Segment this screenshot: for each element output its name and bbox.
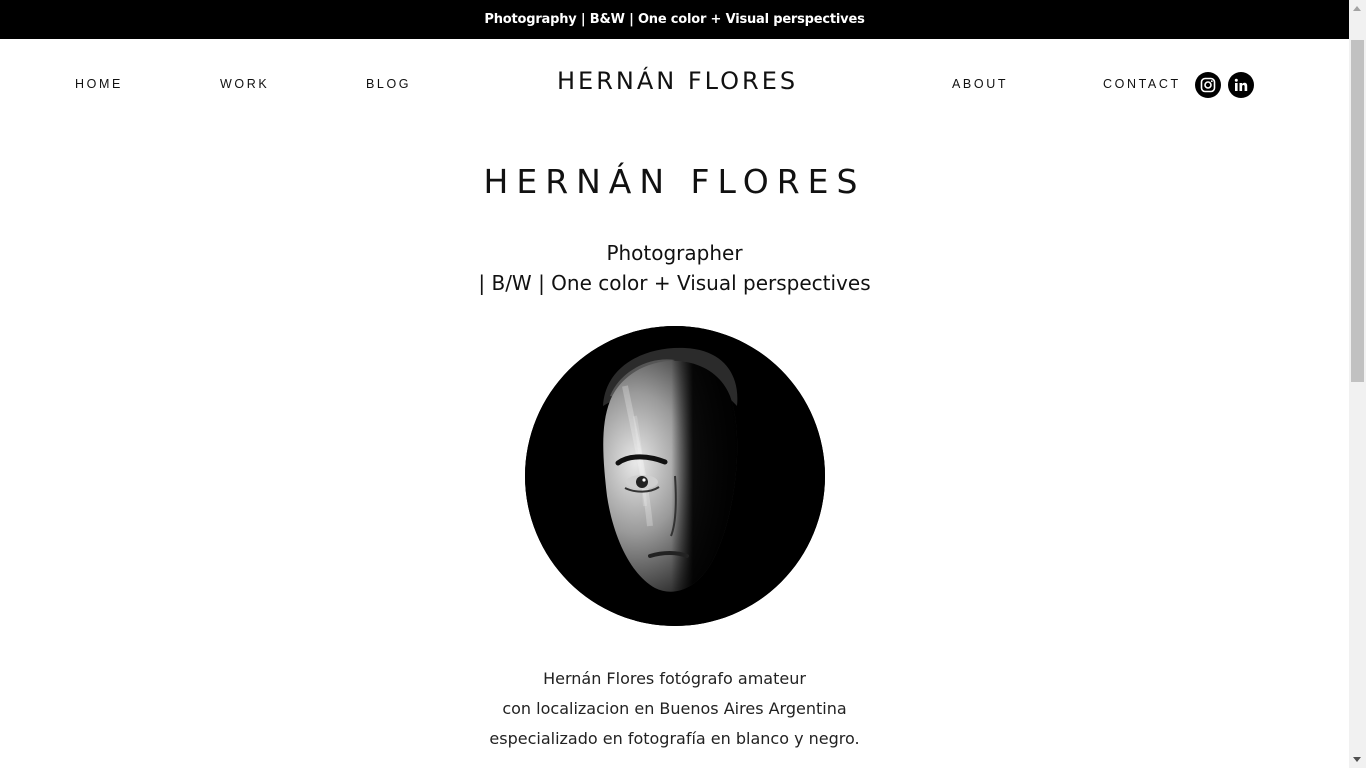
scrollbar-thumb[interactable] — [1351, 40, 1364, 382]
bio-line: con localizacion en Buenos Aires Argenti… — [502, 699, 847, 718]
instagram-icon[interactable] — [1195, 72, 1221, 98]
profile-portrait — [525, 326, 825, 626]
nav-about-link[interactable]: ABOUT — [952, 77, 1008, 91]
nav-work-link[interactable]: WORK — [220, 77, 269, 91]
nav-blog-link[interactable]: BLOG — [366, 77, 411, 91]
nav-contact-link[interactable]: CONTACT — [1103, 77, 1181, 91]
nav-home-link[interactable]: HOME — [75, 77, 123, 91]
announcement-text: Photography | B&W | One color + Visual p… — [484, 12, 865, 27]
page-scrollbar[interactable] — [1349, 0, 1366, 768]
scroll-up-arrow-icon[interactable] — [1353, 6, 1361, 11]
hero-subtitle: Photographer | B/W | One color + Visual … — [0, 238, 1349, 298]
main-nav: HOME WORK BLOG HERNÁN FLORES ABOUT CONTA… — [0, 39, 1349, 129]
bio-line: especializado en fotografía en blanco y … — [489, 729, 860, 748]
bio-text: Hernán Flores fotógrafo amateur con loca… — [0, 664, 1349, 754]
bio-line: Hernán Flores fotógrafo amateur — [543, 669, 806, 688]
site-brand-link[interactable]: HERNÁN FLORES — [557, 67, 807, 95]
page-title: HERNÁN FLORES — [483, 162, 866, 201]
linkedin-icon[interactable] — [1228, 72, 1254, 98]
subtitle-line-tagline: | B/W | One color + Visual perspectives — [478, 271, 871, 295]
scroll-down-arrow-icon[interactable] — [1353, 757, 1361, 762]
announcement-bar: Photography | B&W | One color + Visual p… — [0, 0, 1349, 39]
subtitle-line-role: Photographer — [606, 241, 743, 265]
